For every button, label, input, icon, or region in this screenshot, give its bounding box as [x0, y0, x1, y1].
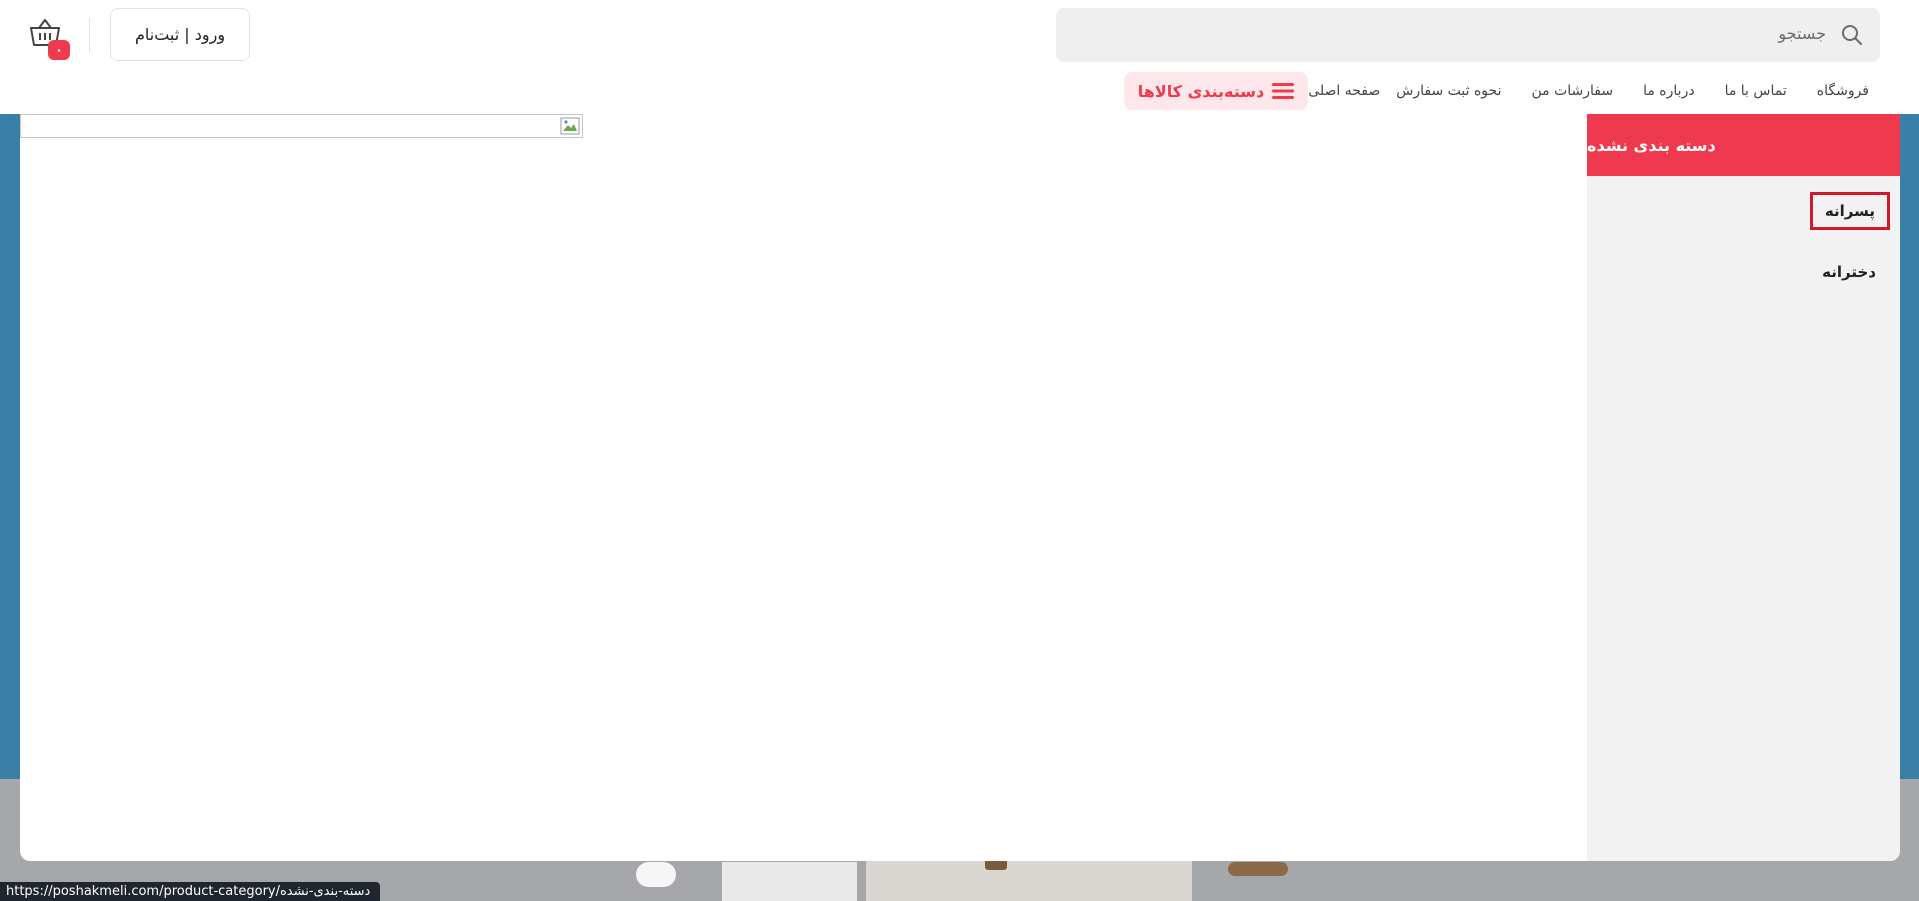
category-girls[interactable]: دخترانه [1822, 263, 1876, 281]
nav-link-shop[interactable]: فروشگاه [1817, 83, 1869, 99]
categories-menu-label: دسته‌بندی کالاها [1137, 81, 1265, 101]
product-image-partial [1228, 862, 1288, 876]
categories-menu-button[interactable]: دسته‌بندی کالاها [1123, 72, 1309, 110]
main-navigation: دسته‌بندی کالاها صفحه اصلی نحوه ثبت سفار… [1123, 72, 1899, 110]
category-uncategorized[interactable]: دسته بندی نشده [1587, 114, 1900, 176]
nav-link-home[interactable]: صفحه اصلی [1308, 83, 1380, 99]
link-status-bar: https://poshakmeli.com/product-category/… [0, 882, 381, 901]
product-image-partial [722, 862, 857, 901]
nav-link-contact[interactable]: تماس با ما [1725, 83, 1787, 99]
nav-link-about[interactable]: درباره ما [1643, 83, 1694, 99]
nav-link-my-orders[interactable]: سفارشات من [1531, 83, 1613, 99]
category-mega-menu: دسته بندی نشده پسرانه دخترانه [20, 114, 1900, 861]
search-bar[interactable]: جستجو [1056, 8, 1880, 62]
hamburger-menu-icon [1272, 83, 1295, 99]
header-divider [89, 18, 90, 52]
category-banner-image [20, 114, 583, 138]
site-header: جستجو ورود | ثبت‌نام ۰ دسته‌بندی کالاها … [0, 0, 1919, 114]
product-image-partial [636, 862, 676, 887]
category-sidebar: دسته بندی نشده پسرانه دخترانه [1587, 114, 1900, 861]
login-register-button[interactable]: ورود | ثبت‌نام [110, 8, 250, 61]
search-input[interactable]: جستجو [1778, 24, 1826, 43]
search-icon[interactable] [1840, 23, 1864, 47]
category-boys[interactable]: پسرانه [1809, 192, 1890, 230]
broken-image-icon [560, 117, 580, 135]
cart-count-badge: ۰ [48, 40, 70, 60]
nav-link-how-to-order[interactable]: نحوه ثبت سفارش [1396, 83, 1501, 99]
